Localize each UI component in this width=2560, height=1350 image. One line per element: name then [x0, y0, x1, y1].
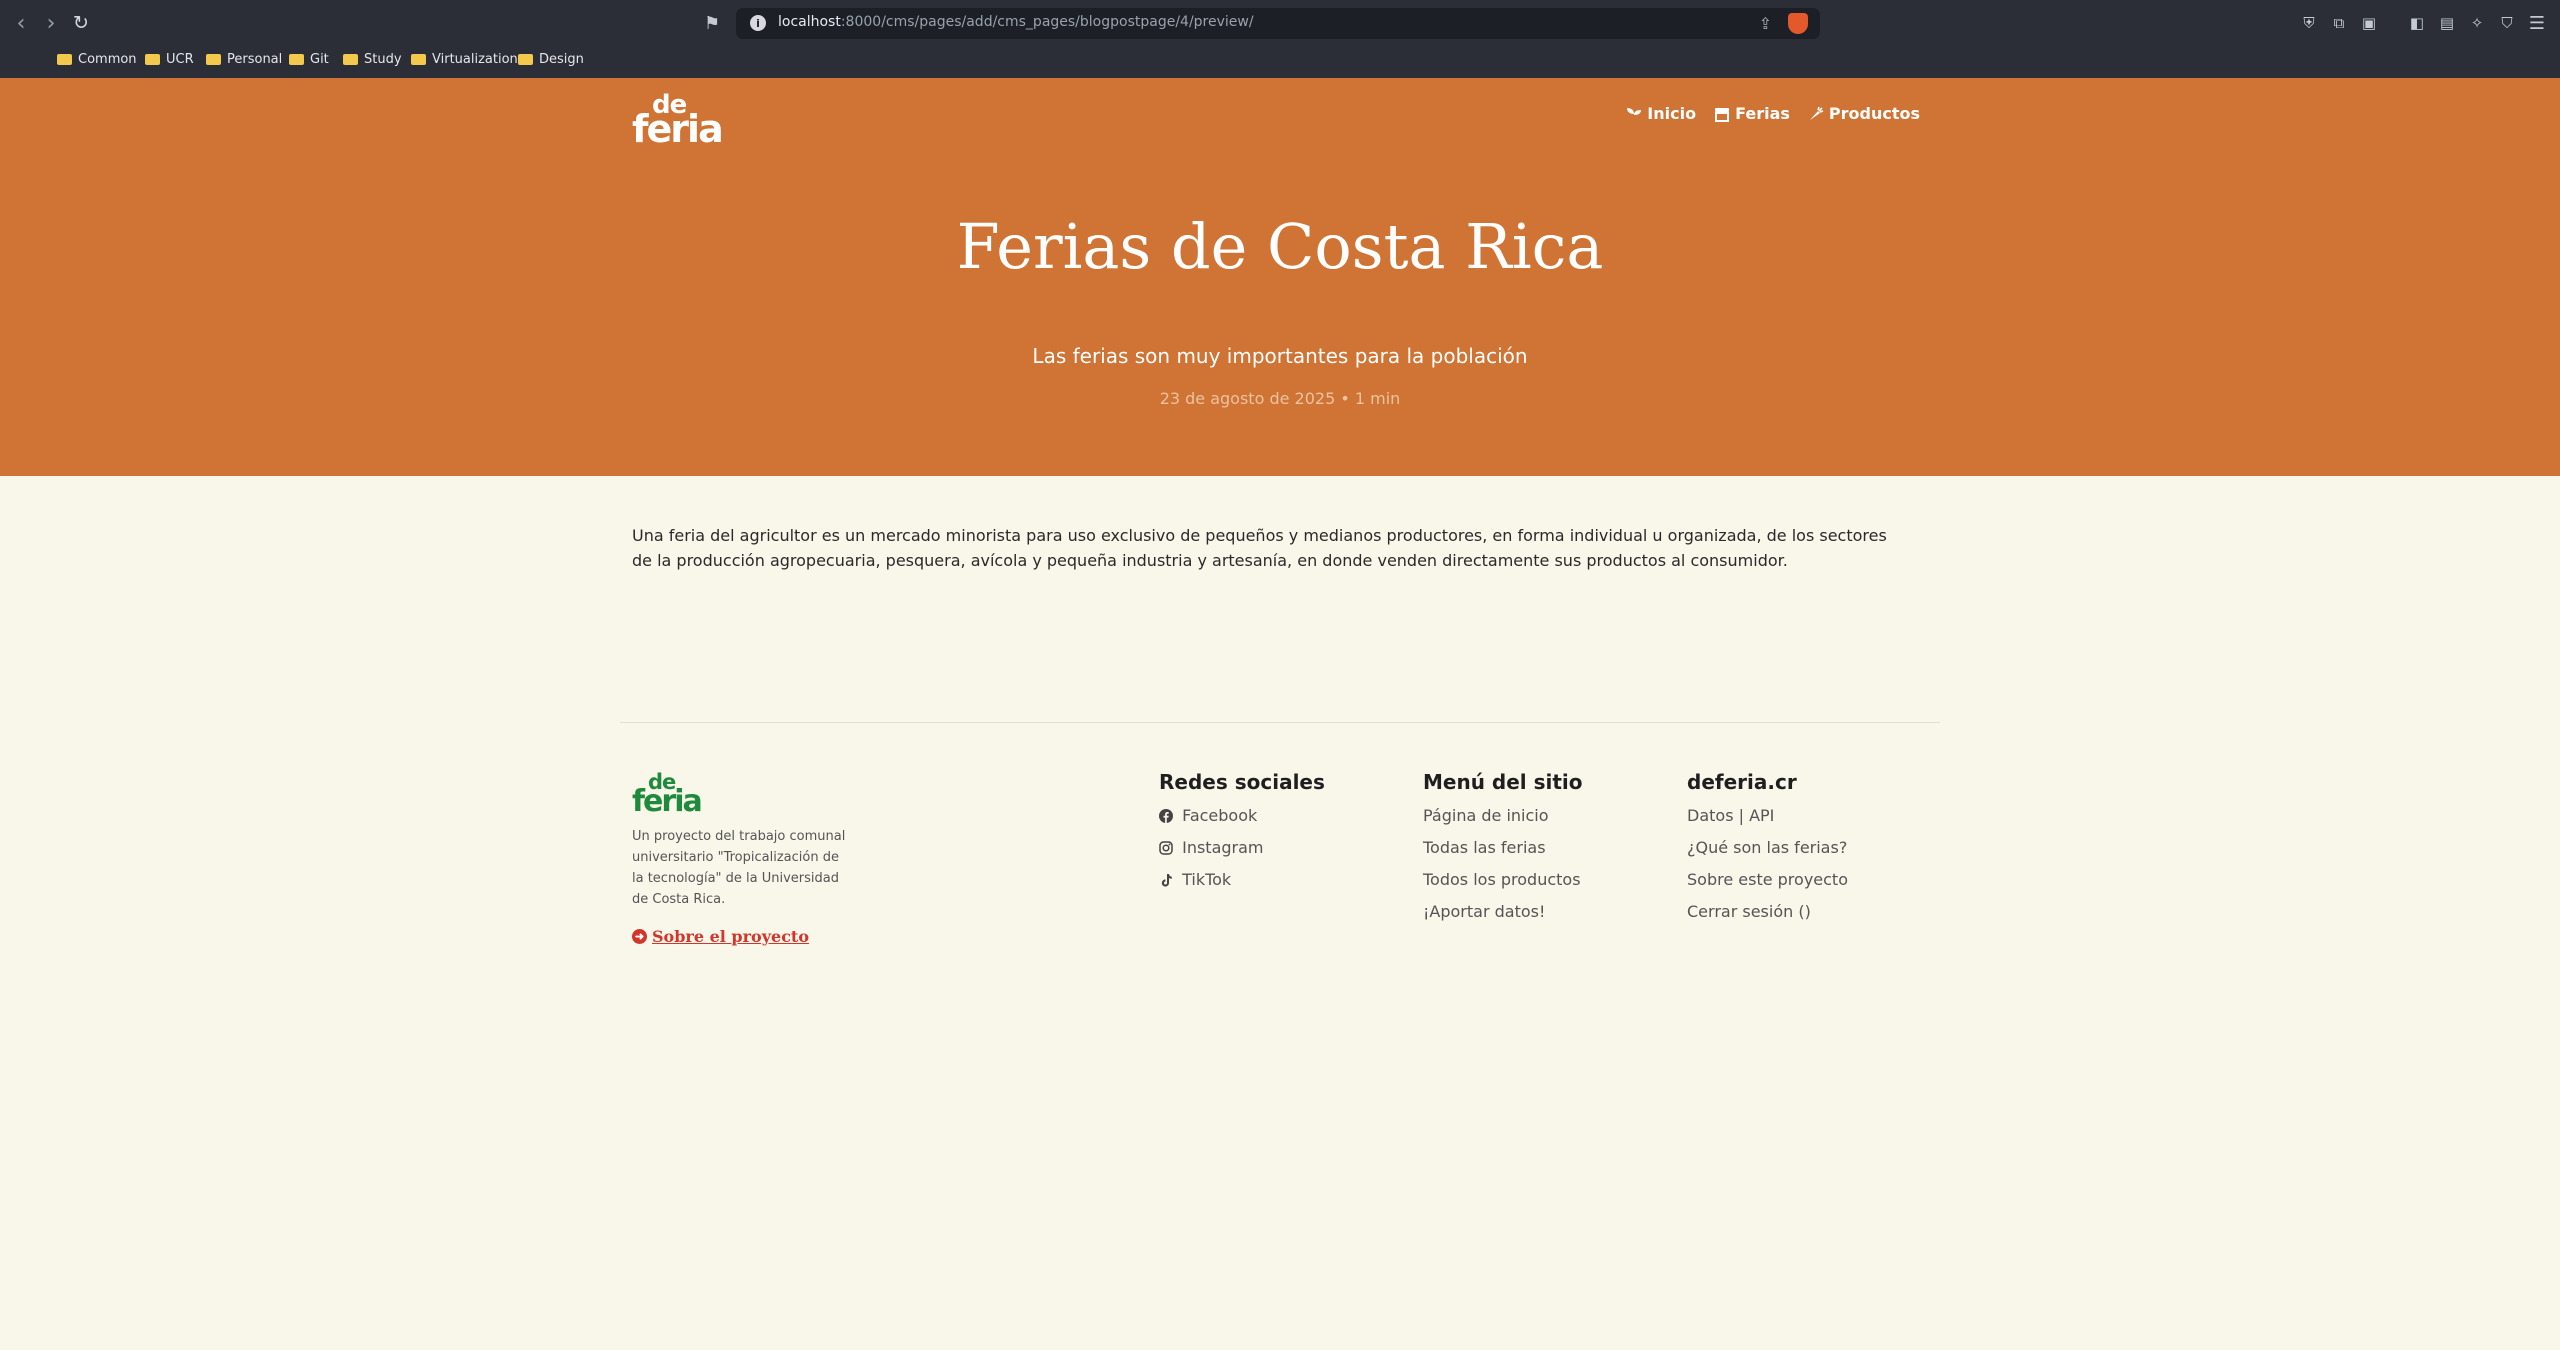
nav-inicio[interactable]: Inicio	[1626, 104, 1696, 123]
logo-feria-text: feria	[632, 107, 724, 151]
footer-link-what-are-ferias[interactable]: ¿Qué son las ferias?	[1687, 832, 1848, 864]
footer-description: Un proyecto del trabajo comunal universi…	[632, 829, 846, 907]
main-nav: Inicio Ferias Productos	[1626, 104, 1920, 123]
share-icon[interactable]: ⇪	[1759, 14, 1772, 33]
footer-site-column: deferia.cr Datos | API ¿Qué son las feri…	[1687, 770, 1848, 928]
bookmark-folder-common[interactable]: Common	[57, 52, 137, 67]
bookmark-folder-virtualization[interactable]: Virtualization	[411, 52, 518, 67]
arrow-circle-icon: ➜	[632, 929, 647, 944]
nav-ferias-label: Ferias	[1735, 104, 1790, 123]
footer-link-facebook[interactable]: Facebook	[1159, 800, 1325, 832]
article-body: Una feria del agricultor es un mercado m…	[632, 526, 1887, 570]
folder-icon	[145, 54, 160, 65]
bookmark-folder-study[interactable]: Study	[343, 52, 402, 67]
footer-social-column: Redes sociales Facebook Instagram TikTok	[1159, 770, 1325, 896]
footer-link-logout[interactable]: Cerrar sesión ()	[1687, 896, 1848, 928]
seedling-icon	[1627, 107, 1642, 121]
forward-icon[interactable]: ›	[38, 10, 64, 36]
folder-icon	[57, 54, 72, 65]
carrot-icon	[1809, 106, 1824, 120]
address-bar[interactable]: i localhost:8000/cms/pages/add/cms_pages…	[736, 8, 1820, 39]
tiktok-label: TikTok	[1182, 870, 1232, 889]
facebook-label: Facebook	[1182, 806, 1258, 825]
footer-logo[interactable]: de feria	[632, 772, 703, 819]
footer-link-tiktok[interactable]: TikTok	[1159, 864, 1325, 896]
vpn-icon[interactable]: ⛉	[2498, 14, 2516, 32]
reload-icon[interactable]: ↻	[68, 10, 94, 36]
footer-link-data-api[interactable]: Datos | API	[1687, 800, 1848, 832]
store-icon	[1715, 107, 1730, 122]
site-info-icon[interactable]: i	[750, 15, 766, 31]
nav-productos[interactable]: Productos	[1808, 104, 1920, 123]
footer-link-all-products[interactable]: Todos los productos	[1423, 864, 1583, 896]
browser-chrome: ‹ › ↻ ⚑ i localhost:8000/cms/pages/add/c…	[0, 0, 2560, 116]
bookmark-folder-personal[interactable]: Personal	[206, 52, 282, 67]
nav-ferias[interactable]: Ferias	[1714, 104, 1790, 123]
site-logo[interactable]: de feria	[632, 92, 724, 151]
page-title: Ferias de Costa Rica	[956, 210, 1604, 283]
folder-icon	[518, 54, 533, 65]
bookmark-folder-ucr[interactable]: UCR	[145, 52, 194, 67]
instagram-icon	[1159, 841, 1173, 855]
post-meta: 23 de agosto de 2025 • 1 min	[1159, 389, 1401, 408]
nav-productos-label: Productos	[1828, 104, 1920, 123]
footer-divider	[620, 722, 1940, 723]
bookmarks-bar: Common UCR Personal Git Study Virtualiza…	[0, 46, 2560, 116]
footer-link-all-ferias[interactable]: Todas las ferias	[1423, 832, 1583, 864]
bitwarden-icon[interactable]: ⛨	[2300, 14, 2318, 32]
footer-link-about-project[interactable]: Sobre este proyecto	[1687, 864, 1848, 896]
translate-icon[interactable]: ▣	[2360, 14, 2378, 32]
extension-icon[interactable]: ⧉	[2330, 14, 2348, 32]
footer-menu-column: Menú del sitio Página de inicio Todas la…	[1423, 770, 1583, 928]
back-icon[interactable]: ‹	[8, 10, 34, 36]
leo-ai-icon[interactable]: ✧	[2468, 14, 2486, 32]
bookmark-folder-design[interactable]: Design	[518, 52, 584, 67]
footer-link-home[interactable]: Página de inicio	[1423, 800, 1583, 832]
browser-toolbar: ‹ › ↻ ⚑ i localhost:8000/cms/pages/add/c…	[0, 0, 2560, 46]
footer-link-instagram[interactable]: Instagram	[1159, 832, 1325, 864]
folder-icon	[206, 54, 221, 65]
folder-icon	[411, 54, 426, 65]
instagram-label: Instagram	[1182, 838, 1264, 857]
sidebar-icon[interactable]: ◧	[2408, 14, 2426, 32]
bookmark-folder-git[interactable]: Git	[289, 52, 329, 67]
menu-icon[interactable]: ☰	[2528, 13, 2546, 34]
about-project-label: Sobre el proyecto	[652, 927, 809, 946]
footer-site-title: deferia.cr	[1687, 770, 1797, 794]
footer-menu-title: Menú del sitio	[1423, 770, 1583, 794]
facebook-icon	[1159, 809, 1173, 823]
nav-inicio-label: Inicio	[1647, 104, 1697, 123]
folder-icon	[289, 54, 304, 65]
about-project-link[interactable]: ➜ Sobre el proyecto	[632, 927, 809, 946]
wallet-icon[interactable]: ▤	[2438, 14, 2456, 32]
footer-link-contribute[interactable]: ¡Aportar datos!	[1423, 896, 1583, 928]
page-subtitle: Las ferias son muy importantes para la p…	[1032, 344, 1528, 368]
tiktok-icon	[1161, 874, 1172, 887]
bookmark-icon[interactable]: ⚑	[704, 13, 722, 34]
url-text: localhost:8000/cms/pages/add/cms_pages/b…	[778, 14, 1254, 30]
brave-shields-icon[interactable]	[1788, 13, 1808, 34]
footer-logo-feria-text: feria	[632, 784, 703, 819]
footer-social-title: Redes sociales	[1159, 770, 1325, 794]
folder-icon	[343, 54, 358, 65]
